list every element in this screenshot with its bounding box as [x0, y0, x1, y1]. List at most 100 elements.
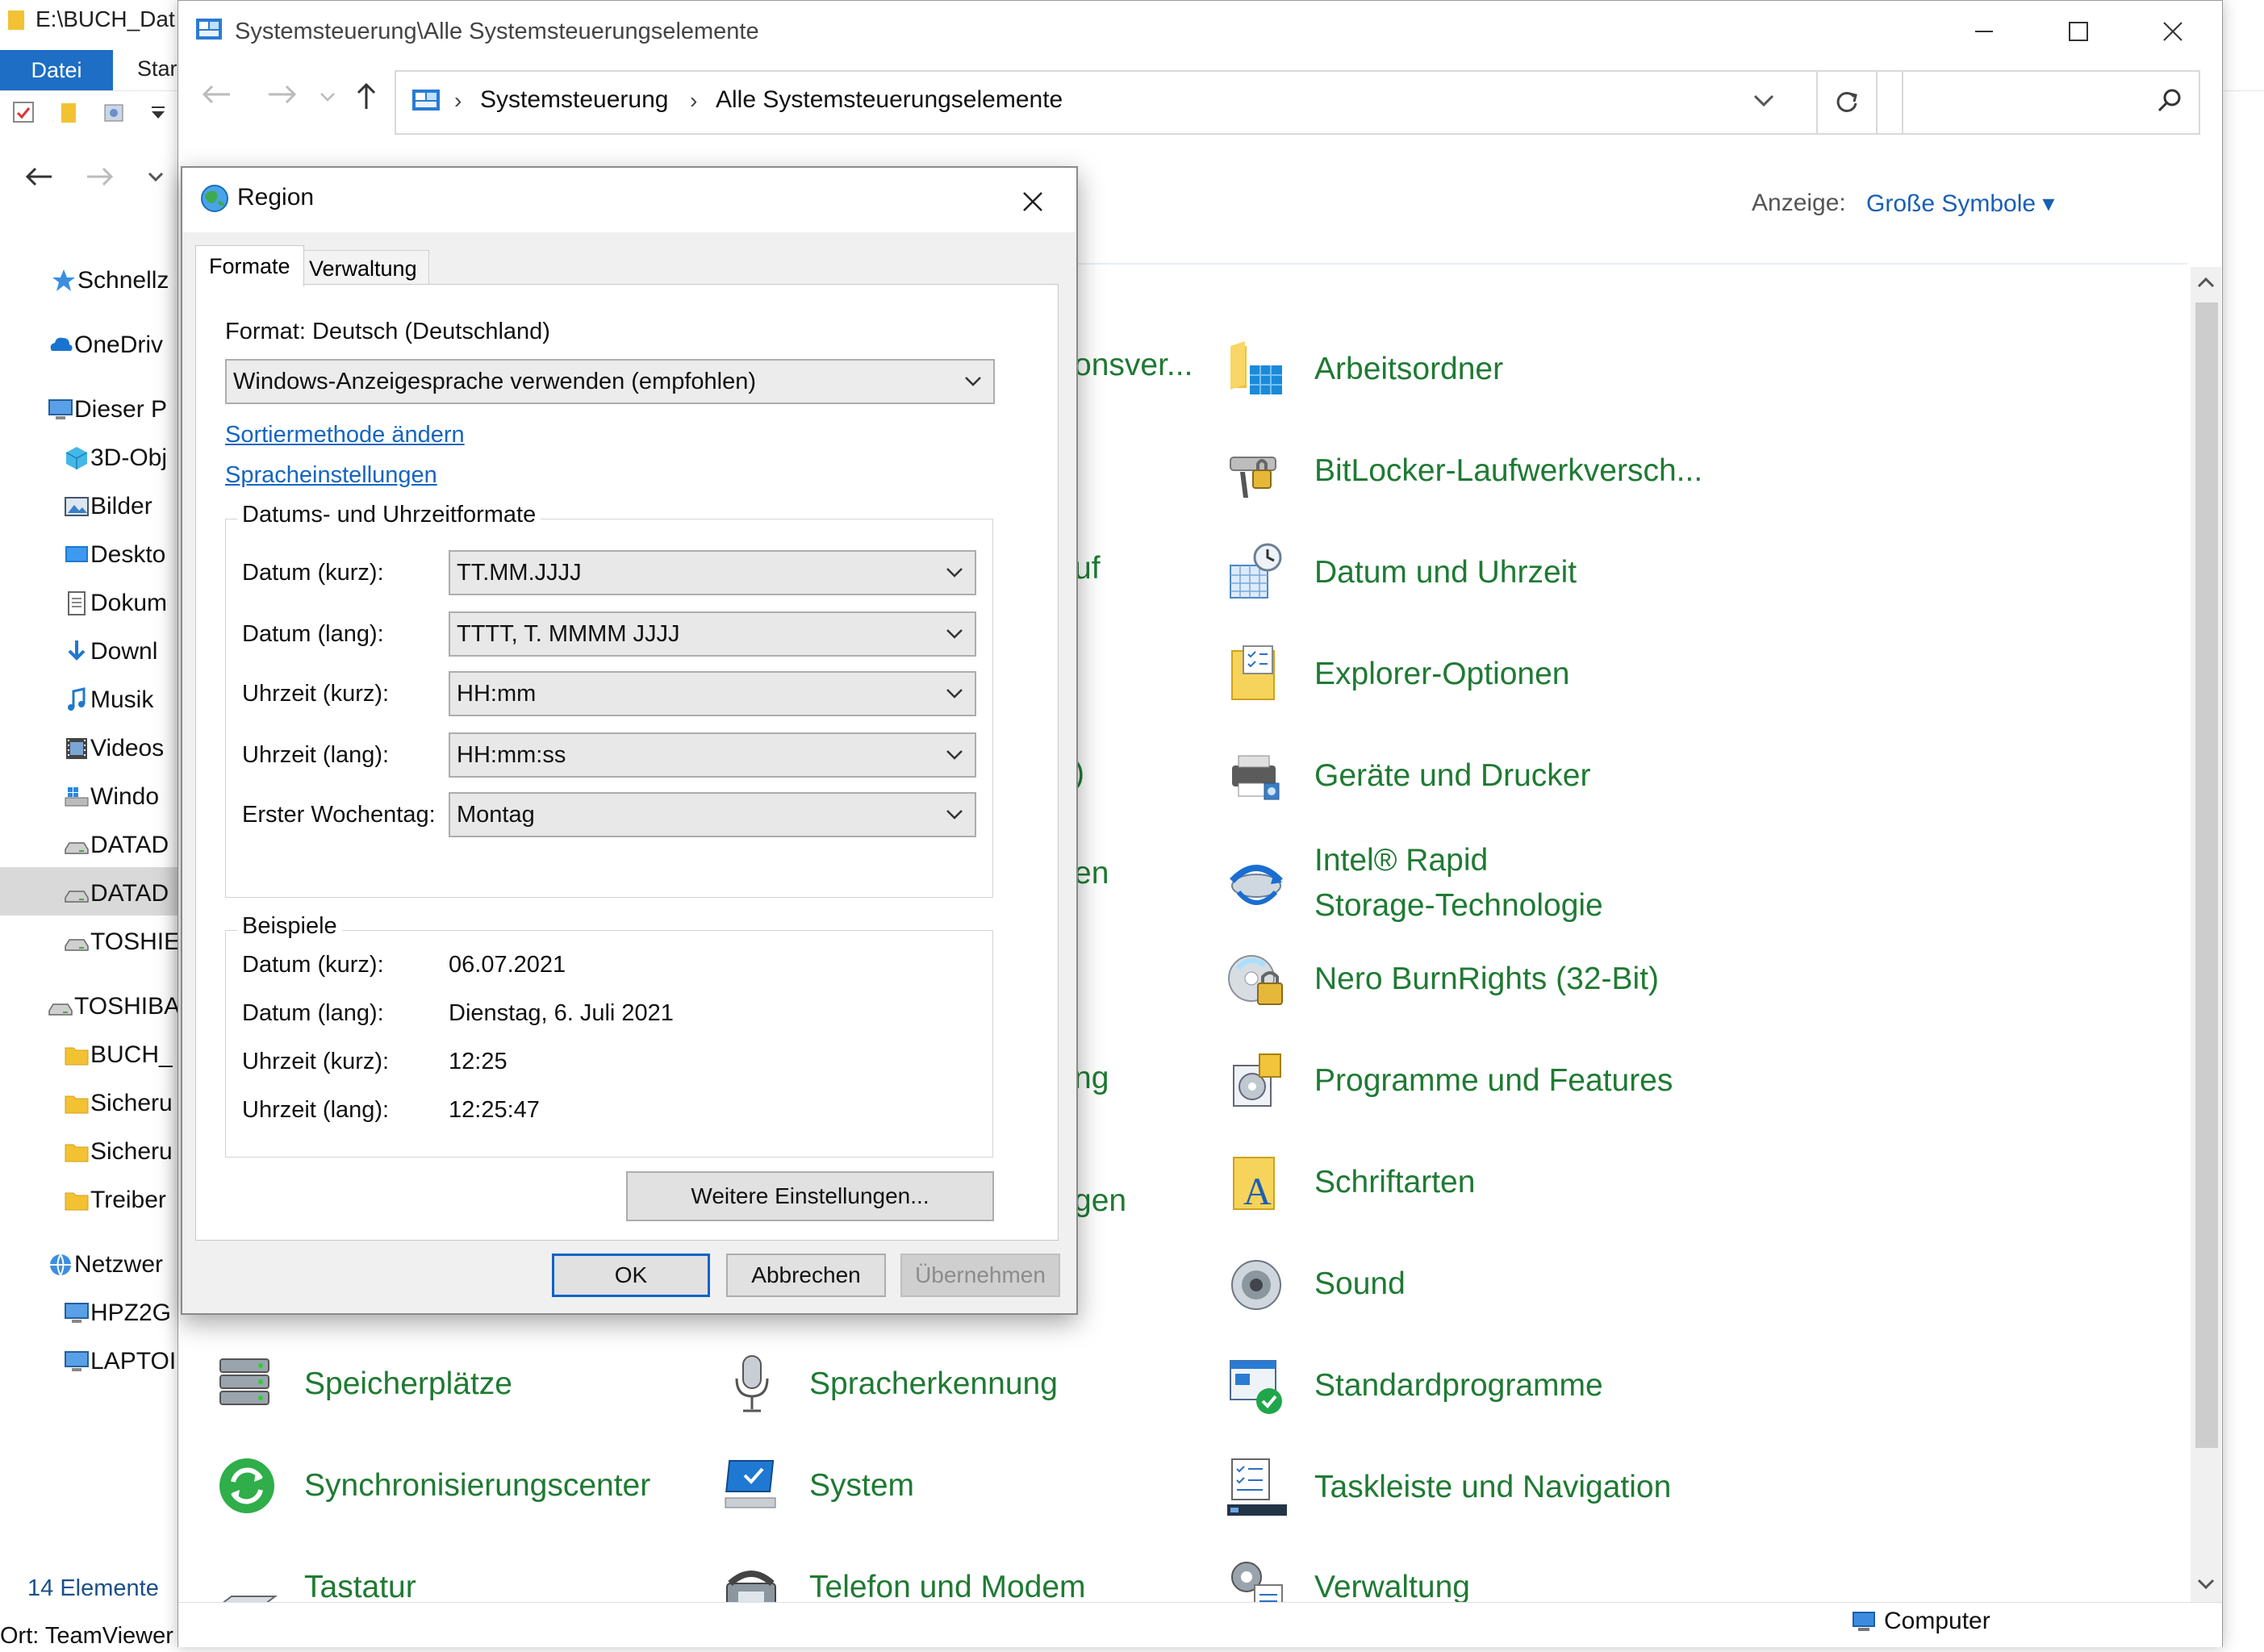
properties-check-icon[interactable] [11, 100, 37, 126]
cp-item[interactable]: Intel® Rapid Storage-Technologie [1226, 838, 1603, 928]
explorer-options-icon [1231, 645, 1275, 700]
nav-item[interactable]: Schnellz [50, 257, 169, 305]
format-row-value: TT.MM.JJJJ [457, 559, 582, 586]
nav-item[interactable]: DATAD [63, 821, 169, 870]
sort-method-link[interactable]: Sortiermethode ändern [225, 422, 465, 448]
scroll-down-icon[interactable] [2195, 1574, 2216, 1595]
cp-item[interactable]: Standardprogramme [1226, 1354, 1603, 1417]
search-input[interactable] [1911, 83, 2149, 117]
nav-item[interactable]: Deskto [63, 531, 165, 579]
tab-formate[interactable]: Formate [195, 245, 304, 286]
format-dropdown[interactable]: Windows-Anzeigesprache verwenden (empfoh… [225, 359, 995, 404]
cp-item-label-clipped[interactable]: gen [1074, 1183, 1126, 1219]
cp-item[interactable]: Datum und Uhrzeit [1226, 541, 1577, 604]
control-panel-icon [196, 19, 222, 40]
cp-item[interactable]: Spracherkennung [721, 1353, 1058, 1416]
cp-item[interactable]: Arbeitsordner [1226, 338, 1503, 401]
cp-item[interactable]: BitLocker-Laufwerkversch... [1226, 440, 1702, 503]
nav-item[interactable]: Musik [63, 676, 153, 724]
cp-item-label: System [809, 1468, 915, 1503]
chevron-down-icon [946, 568, 963, 578]
nav-item[interactable]: OneDriv [47, 321, 163, 369]
search-box[interactable] [1902, 70, 2200, 135]
nav-item[interactable]: Downl [63, 628, 157, 676]
scrollbar-thumb[interactable] [2195, 302, 2218, 1448]
cp-item-label-clipped[interactable]: onsver... [1074, 348, 1193, 383]
breadcrumb-systemsteuerung[interactable]: Systemsteuerung [480, 86, 668, 114]
format-row-dropdown[interactable]: HH:mm:ss [449, 732, 976, 778]
up-arrow-icon[interactable] [354, 81, 378, 111]
cp-item-label-clipped[interactable]: en [1074, 856, 1109, 891]
nav-item[interactable]: Netzwer [47, 1241, 163, 1289]
minimize-button[interactable] [1937, 1, 2031, 62]
new-folder-icon[interactable] [58, 100, 81, 126]
cp-item[interactable]: Taskleiste und Navigation [1226, 1456, 1671, 1519]
view-label: Anzeige: [1752, 190, 1846, 216]
nav-item[interactable]: Sicheru [63, 1128, 173, 1176]
nav-item[interactable]: DATAD [63, 870, 169, 918]
ok-button[interactable]: OK [552, 1254, 710, 1297]
nav-item-label: Schnellz [77, 267, 169, 294]
cp-item[interactable]: Geräte und Drucker [1226, 745, 1591, 807]
scroll-up-icon[interactable] [2195, 272, 2216, 293]
format-row-dropdown[interactable]: TTTT, T. MMMM JJJJ [449, 611, 976, 657]
close-button[interactable] [2126, 1, 2220, 62]
cancel-button[interactable]: Abbrechen [726, 1254, 886, 1297]
back-arrow-icon[interactable] [24, 165, 53, 189]
apply-button[interactable]: Übernehmen [900, 1254, 1060, 1297]
nav-item[interactable]: TOSHIE [63, 918, 180, 966]
ribbon-file-tab[interactable]: Datei [0, 50, 113, 90]
cp-item[interactable]: Nero BurnRights (32-Bit) [1226, 948, 1659, 1011]
vertical-scrollbar[interactable] [2191, 267, 2221, 1606]
region-dialog: Region Formate Verwaltung Format: Deutsc… [181, 166, 1078, 1315]
chevron-down-icon[interactable] [1752, 88, 1776, 112]
nav-item-label: DATAD [90, 880, 169, 907]
example-label: Uhrzeit (kurz): [242, 1049, 390, 1074]
cp-item[interactable]: Sound [1226, 1253, 1406, 1316]
nav-item-label: TOSHIE [90, 928, 181, 955]
nav-item-label: Sicheru [90, 1138, 173, 1165]
cp-item[interactable]: Explorer-Optionen [1226, 643, 1570, 706]
back-arrow-icon[interactable] [201, 81, 233, 107]
nav-item[interactable]: Bilder [63, 482, 152, 531]
dialog-close-button[interactable] [1013, 182, 1052, 221]
cp-item[interactable]: System [721, 1454, 914, 1517]
maximize-button[interactable] [2032, 1, 2125, 62]
cp-item[interactable]: Programme und Features [1226, 1049, 1673, 1112]
nav-item[interactable]: Videos [63, 724, 164, 773]
nav-item[interactable]: Sicheru [63, 1079, 173, 1128]
cp-item[interactable]: Speicherplätze [215, 1353, 512, 1416]
cp-item[interactable]: Synchronisierungscenter [215, 1454, 650, 1517]
chevron-down-icon[interactable] [147, 165, 165, 189]
more-settings-button[interactable]: Weitere Einstellungen... [626, 1171, 994, 1221]
forward-arrow-icon[interactable] [86, 165, 115, 189]
forward-arrow-icon[interactable] [265, 81, 298, 107]
breadcrumb-all-items[interactable]: Alle Systemsteuerungselemente [716, 86, 1063, 114]
ribbon-start-tab[interactable]: Star [137, 56, 178, 81]
group-title: Beispiele [237, 913, 342, 940]
nav-item[interactable]: Dieser P [47, 386, 167, 434]
status-bar: Computer [178, 1602, 2222, 1647]
nav-item[interactable]: Dokum [63, 579, 167, 628]
nav-item[interactable]: 3D-Obj [63, 434, 167, 482]
cp-item[interactable]: A Schriftarten [1226, 1151, 1475, 1214]
nav-item[interactable]: HPZ2G [63, 1289, 171, 1337]
format-row-dropdown[interactable]: Montag [449, 792, 976, 837]
nav-item[interactable]: TOSHIBA [47, 982, 180, 1031]
view-mode-dropdown[interactable]: Große Symbole ▾ [1866, 190, 2054, 218]
nav-item[interactable]: Windo [63, 773, 159, 821]
tab-verwaltung[interactable]: Verwaltung [297, 250, 429, 286]
format-row-dropdown[interactable]: TT.MM.JJJJ [449, 550, 976, 595]
nav-item[interactable]: Treiber [63, 1176, 166, 1224]
download-icon [68, 640, 86, 661]
format-row-dropdown[interactable]: HH:mm [449, 671, 976, 716]
cp-item-label-clipped[interactable]: ng [1074, 1061, 1109, 1096]
address-bar[interactable]: › Systemsteuerung › Alle Systemsteuerung… [395, 70, 1994, 135]
nav-item[interactable]: BUCH_ [63, 1031, 173, 1079]
customize-toolbar-icon[interactable] [148, 100, 168, 126]
chevron-down-icon[interactable] [319, 88, 336, 106]
drive-properties-icon[interactable] [102, 100, 127, 126]
nav-item[interactable]: LAPTOI [63, 1337, 176, 1386]
language-settings-link[interactable]: Spracheinstellungen [225, 462, 437, 489]
refresh-button[interactable] [1816, 70, 1878, 135]
